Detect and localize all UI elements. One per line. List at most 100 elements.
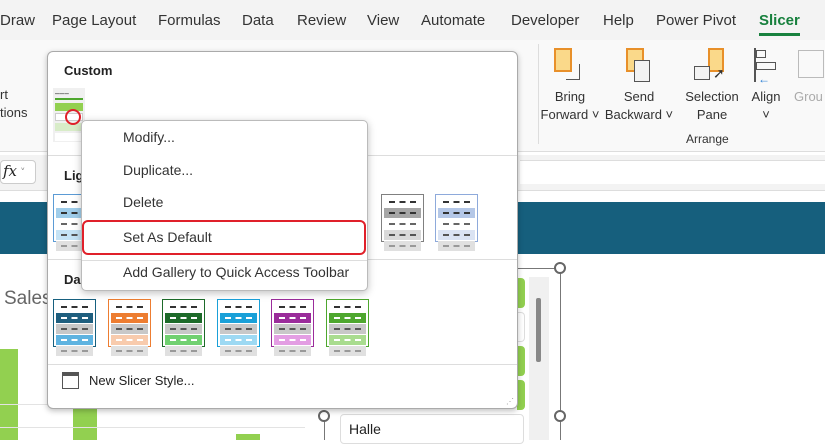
tab-formulas[interactable]: Formulas: [158, 12, 221, 29]
thumbnail-row: [219, 324, 257, 334]
label: rt: [0, 87, 8, 102]
slicer-style-thumbnail[interactable]: [216, 299, 260, 356]
label: Backward ˅: [604, 107, 674, 122]
tab-automate[interactable]: Automate: [421, 12, 485, 29]
report-connections-button[interactable]: rt tions: [0, 86, 27, 122]
thumbnail-row: [165, 313, 202, 323]
thumbnail-row: [438, 241, 475, 251]
label: Bring: [554, 89, 586, 104]
thumbnail-row: [438, 208, 475, 218]
thumbnail-row: [56, 324, 93, 334]
chart-title: Sales: [4, 288, 52, 309]
thumbnail-row: [328, 346, 366, 356]
tab-review[interactable]: Review: [297, 12, 346, 29]
selection-pane-button[interactable]: ➚ Selection Pane: [680, 46, 744, 124]
tab-draw[interactable]: Draw: [0, 12, 35, 29]
align-icon: ←: [746, 46, 786, 86]
thumbnail-row: [274, 313, 311, 323]
tab-view[interactable]: View: [367, 12, 399, 29]
tab-data[interactable]: Data: [242, 12, 274, 29]
thumbnail-row: [438, 230, 475, 240]
slicer-style-thumbnail[interactable]: [271, 299, 314, 356]
thumbnail-row: [328, 335, 366, 345]
tab-power-pivot[interactable]: Power Pivot: [656, 12, 736, 29]
slicer-style-thumbnail[interactable]: [381, 194, 424, 251]
slicer-style-thumbnail[interactable]: [435, 194, 478, 251]
thumbnail-row: [165, 346, 202, 356]
ribbon-tabs: Draw Page Layout Formulas Data Review Vi…: [0, 0, 825, 40]
new-slicer-style-button[interactable]: New Slicer Style...: [62, 372, 194, 389]
thumbnail-row: [328, 302, 366, 312]
thumbnail-row: [165, 324, 202, 334]
slicer-item[interactable]: [517, 380, 525, 410]
thumbnail-row: [110, 346, 148, 356]
chevron-down-icon: ˅: [762, 107, 770, 122]
new-style-icon: [62, 372, 79, 389]
slicer-item[interactable]: [517, 346, 525, 376]
menu-item-delete[interactable]: Delete: [123, 194, 163, 210]
chart-bar: [236, 434, 260, 440]
slicer-style-thumbnail[interactable]: [53, 299, 96, 356]
bring-forward-button[interactable]: Bring Forward ˅: [540, 46, 600, 124]
label: Grou: [794, 89, 823, 104]
divider: [48, 364, 517, 365]
thumbnail-row: [384, 219, 421, 229]
label: Align: [751, 89, 781, 104]
slicer-scrollbar[interactable]: [529, 277, 549, 440]
label: tions: [0, 105, 28, 120]
thumbnail-row: [56, 302, 93, 312]
tab-slicer[interactable]: Slicer: [759, 12, 800, 36]
slicer-item[interactable]: [517, 312, 525, 342]
slicer-style-thumbnail[interactable]: [325, 299, 369, 356]
slicer-style-thumbnail[interactable]: [162, 299, 205, 356]
menu-item-duplicate[interactable]: Duplicate...: [123, 162, 193, 178]
thumbnail-row: [110, 302, 148, 312]
bring-forward-icon: [540, 46, 600, 84]
selection-pane-icon: ➚: [680, 46, 744, 84]
thumbnail-row: [274, 324, 311, 334]
menu-item-set-as-default[interactable]: Set As Default: [123, 229, 212, 245]
thumbnail-row: [110, 313, 148, 323]
arrange-group-label: Arrange: [686, 132, 729, 146]
formula-input[interactable]: [520, 160, 825, 184]
thumbnail-row: [384, 197, 421, 207]
menu-item-add-to-qat[interactable]: Add Gallery to Quick Access Toolbar: [123, 264, 349, 280]
slicer-item[interactable]: [517, 278, 525, 308]
tab-help[interactable]: Help: [603, 12, 634, 29]
thumbnail-row: [384, 208, 421, 218]
label: Forward ˅: [540, 107, 600, 122]
thumbnail-row: [384, 241, 421, 251]
menu-item-modify[interactable]: Modify...: [123, 129, 175, 145]
thumbnail-row: [384, 230, 421, 240]
thumbnail-row: [219, 313, 257, 323]
thumbnail-row: [274, 346, 311, 356]
thumbnail-row: [219, 335, 257, 345]
chart-bar: [73, 409, 97, 440]
thumbnail-row: [274, 302, 311, 312]
thumbnail-row: [110, 335, 148, 345]
send-backward-button[interactable]: Send Backward ˅: [604, 46, 674, 124]
insert-function-button[interactable]: fx ˅: [0, 160, 36, 184]
align-button[interactable]: ← Align ˅: [746, 46, 786, 124]
resize-grip-icon[interactable]: ⋰: [506, 397, 514, 406]
gridline: [0, 427, 305, 428]
label: Send: [623, 89, 655, 104]
thumbnail-row: [56, 313, 93, 323]
context-menu: Modify... Duplicate... Delete Set As Def…: [81, 120, 368, 291]
resize-handle[interactable]: [554, 262, 566, 274]
scrollbar-thumb[interactable]: [536, 298, 541, 362]
group-icon: [794, 46, 825, 84]
thumbnail-row: [56, 346, 93, 356]
group-button[interactable]: Grou: [794, 46, 825, 106]
tab-page-layout[interactable]: Page Layout: [52, 12, 136, 29]
label: Pane: [696, 107, 728, 122]
resize-handle[interactable]: [318, 410, 330, 422]
thumbnail-row: [438, 219, 475, 229]
tab-developer[interactable]: Developer: [511, 12, 579, 29]
thumbnail-row: [219, 302, 257, 312]
custom-section-title: Custom: [64, 63, 113, 78]
resize-handle[interactable]: [554, 410, 566, 422]
dark-section-title: Da: [64, 272, 81, 287]
thumbnail-row: [165, 335, 202, 345]
slicer-style-thumbnail[interactable]: [107, 299, 151, 356]
